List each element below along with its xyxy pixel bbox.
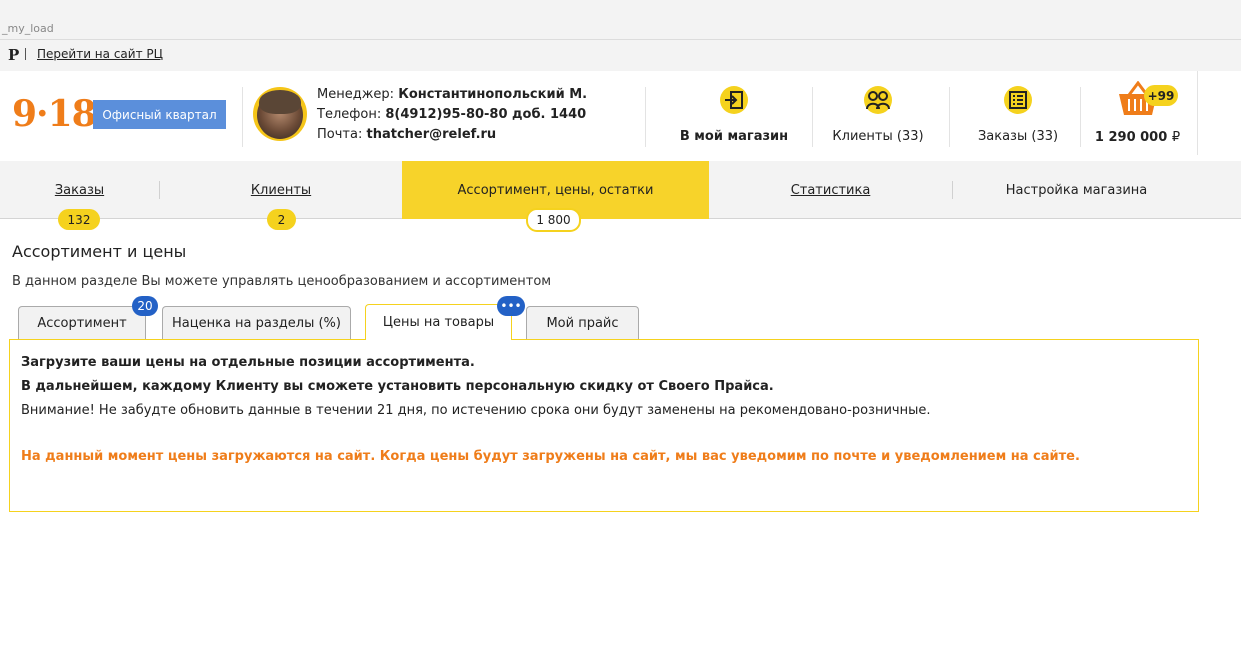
tab-statistics-label: Статистика — [790, 182, 871, 198]
assortment-badge: 20 — [132, 296, 158, 316]
orders-label: Заказы (33) — [977, 129, 1059, 144]
assortment-count-badge: 1 800 — [526, 208, 581, 232]
subtab-item-prices-label: Цены на товары — [382, 315, 495, 330]
orders-button[interactable]: Заказы (33) — [958, 71, 1078, 161]
page-title: Ассортимент и цены — [12, 242, 187, 261]
logo[interactable]: 9·18 — [12, 93, 97, 135]
info-line-3: Внимание! Не забудте обновить данные в т… — [21, 403, 931, 418]
manager-label: Менеджер: — [317, 87, 395, 102]
manager-name: Константинопольский М. — [398, 87, 588, 102]
divider — [25, 48, 26, 60]
main-nav: Заказы Клиенты Ассортимент, цены, остатк… — [0, 161, 1241, 219]
divider — [812, 87, 813, 147]
tab-clients-label: Клиенты — [250, 182, 312, 198]
subtab-section-markup[interactable]: Наценка на разделы (%) — [162, 306, 351, 339]
tab-shop-settings[interactable]: Настройка магазина — [953, 161, 1200, 219]
more-icon[interactable]: ••• — [497, 296, 525, 316]
clients-count-badge: 2 — [267, 209, 296, 230]
avatar — [253, 87, 307, 141]
cart-sum-value: 1 290 000 — [1094, 130, 1168, 145]
clients-button[interactable]: Клиенты (33) — [818, 71, 938, 161]
loading-notice: На данный момент цены загружаются на сай… — [21, 449, 1080, 464]
tab-statistics[interactable]: Статистика — [709, 161, 952, 219]
url-text: _my_load — [2, 22, 54, 35]
phone-value: 8(4912)95-80-80 доб. 1440 — [385, 107, 587, 122]
goto-site-link[interactable]: Перейти на сайт РЦ — [37, 47, 163, 61]
divider — [949, 87, 950, 147]
subtab-my-price[interactable]: Мой прайс — [526, 306, 639, 339]
divider — [645, 87, 646, 147]
subtab-assortment[interactable]: Ассортимент — [18, 306, 146, 339]
divider — [1080, 87, 1081, 147]
subtab-my-price-label: Мой прайс — [546, 315, 619, 331]
orders-count-badge: 132 — [58, 209, 100, 230]
email-value: thatcher@relef.ru — [366, 127, 497, 142]
relef-logo-icon: Р — [8, 46, 20, 64]
subtab-section-markup-label: Наценка на разделы (%) — [172, 315, 341, 331]
header: 9·18 Офисный квартал Менеджер: Константи… — [0, 71, 1241, 161]
email-label: Почта: — [317, 127, 363, 142]
info-line-2: В дальнейшем, каждому Клиенту вы сможете… — [21, 379, 774, 394]
my-shop-label: В мой магазин — [679, 129, 789, 144]
cart-count-badge: +99 — [1144, 85, 1178, 106]
content-panel: Загрузите ваши цены на отдельные позиции… — [9, 339, 1199, 512]
currency-symbol: ₽ — [1171, 130, 1181, 145]
subtab-item-prices[interactable]: Цены на товары — [365, 304, 512, 340]
cart-sum: 1 290 000 ₽ — [1090, 130, 1185, 145]
tab-orders-label: Заказы — [54, 182, 105, 198]
users-icon — [864, 86, 892, 114]
manager-info: Менеджер: Константинопольский М. Телефон… — [317, 85, 587, 145]
divider — [242, 87, 243, 147]
office-button[interactable]: Офисный квартал — [93, 100, 226, 129]
my-shop-button[interactable]: В мой магазин — [650, 71, 818, 161]
info-line-1: Загрузите ваши цены на отдельные позиции… — [21, 355, 475, 370]
divider — [1197, 71, 1198, 155]
subtab-assortment-label: Ассортимент — [37, 315, 127, 331]
login-icon — [720, 86, 748, 114]
list-icon — [1004, 86, 1032, 114]
clients-label: Клиенты (33) — [832, 129, 924, 144]
tab-shop-settings-label: Настройка магазина — [1005, 182, 1148, 198]
phone-label: Телефон: — [317, 107, 382, 122]
top-line: Р Перейти на сайт РЦ — [0, 40, 1241, 71]
tab-assortment-label: Ассортимент, цены, остатки — [457, 182, 654, 198]
browser-address-bar[interactable]: _my_load — [0, 0, 1241, 40]
page-description: В данном разделе Вы можете управлять цен… — [12, 274, 552, 289]
